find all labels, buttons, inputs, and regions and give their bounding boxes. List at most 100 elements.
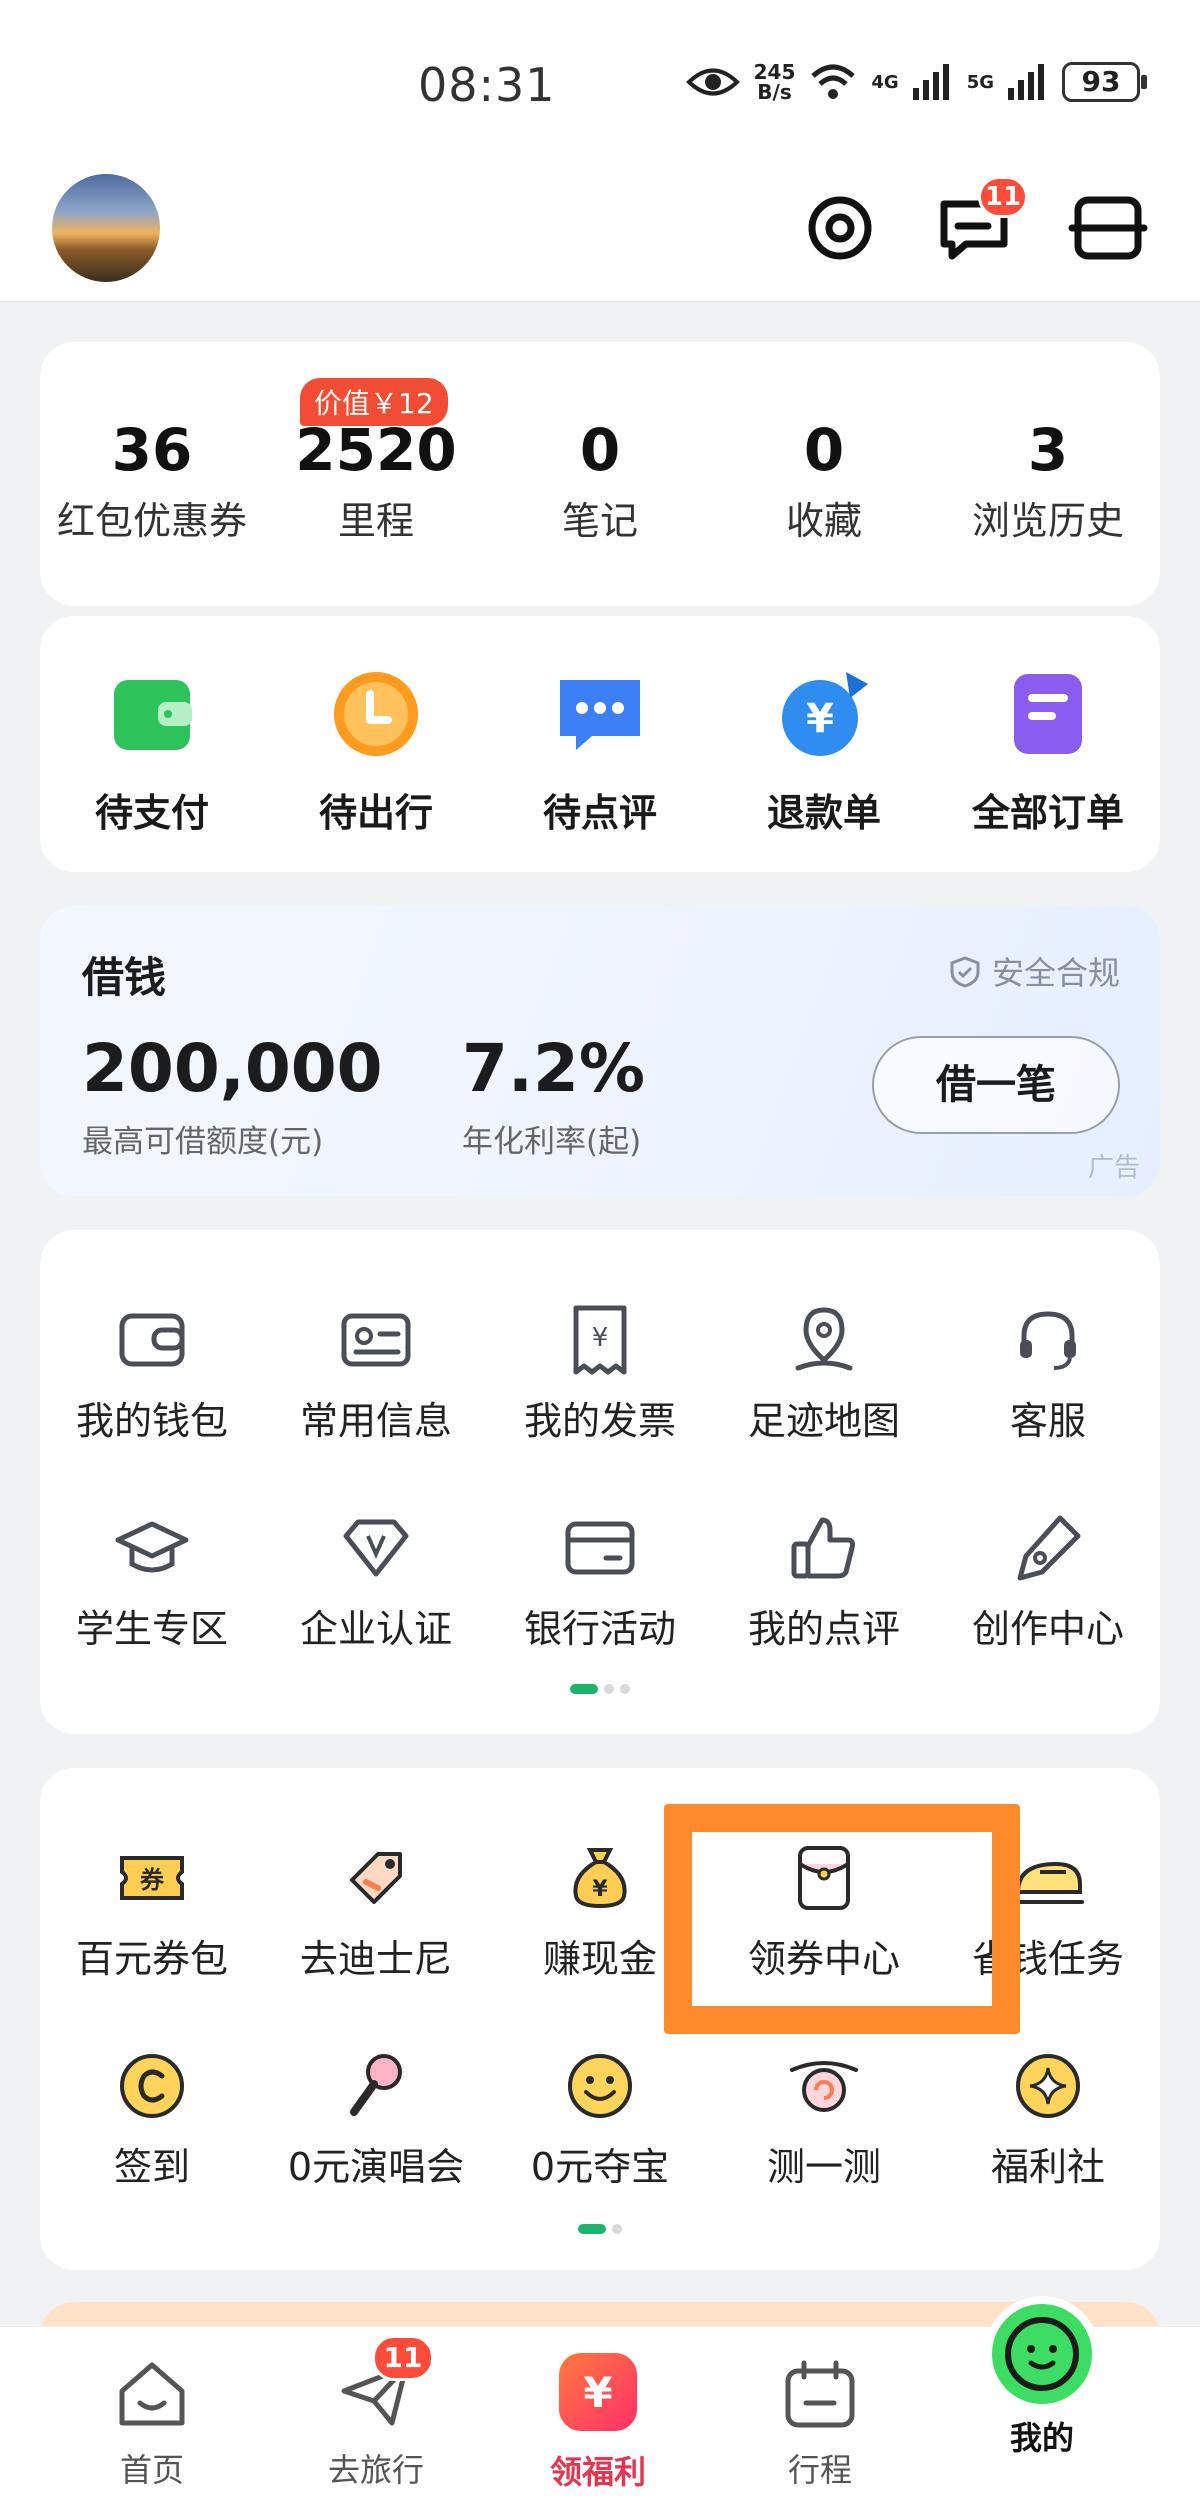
ticket-tag-icon [350,1852,402,1904]
order-refunds[interactable]: ¥ 退款单 [712,666,936,837]
svg-text:券: 券 [140,1866,165,1894]
home-icon [119,2362,185,2426]
clock-icon [334,672,418,756]
tool-creator-center[interactable]: 创作中心 [936,1510,1160,1653]
message-button[interactable]: 11 [934,176,1028,268]
page-dot [620,1684,630,1694]
avatar[interactable] [52,174,160,282]
tab-home[interactable]: 首页 [52,2357,252,2491]
welfare-quiz[interactable]: 测一测 [712,2048,936,2191]
net-type-2: 5G [966,71,994,93]
graduation-cap-icon [115,1521,189,1573]
stat-history[interactable]: 3 浏览历史 [936,342,1160,545]
loan-amount: 200,000 [82,1030,383,1107]
welfare-club[interactable]: 福利社 [936,2048,1160,2191]
diamond-badge-icon [343,1519,409,1577]
order-pending-travel[interactable]: 待出行 [264,666,488,837]
order-label: 全部订单 [971,791,1124,835]
signal-icon [1008,64,1044,100]
order-label: 退款单 [766,791,881,835]
stat-coupons[interactable]: 36 红包优惠券 [40,342,264,545]
train-icon [1012,1861,1084,1904]
bank-card-icon [565,1521,635,1575]
welfare-label: 测一测 [766,2145,881,2189]
tab-mine[interactable]: 我的 [942,2296,1142,2459]
loan-ad-card[interactable]: 借钱 安全合规 200,000 最高可借额度(元) 7.2% 年化利率(起) 借… [40,906,1160,1196]
tab-itinerary[interactable]: 行程 [720,2357,920,2491]
svg-text:¥: ¥ [592,1323,609,1353]
stat-mileage[interactable]: 2520 里程 [264,342,488,545]
welfare-disney[interactable]: 去迪士尼 [264,1840,488,1983]
welfare-coupon-pack[interactable]: 券 百元券包 [40,1840,264,1983]
welfare-label: 福利社 [990,2145,1105,2189]
headset-icon [1020,1311,1076,1370]
tab-travel[interactable]: 11 去旅行 [276,2335,476,2491]
chat-icon [560,680,640,750]
ad-label: 广告 [1087,1153,1140,1183]
clock: 08:31 [418,58,556,112]
stat-number: 2520 [295,416,457,484]
loan-rate: 7.2% [462,1030,646,1107]
welfare-free-treasure[interactable]: 0元夺宝 [488,2048,712,2191]
tool-label: 企业认证 [299,1607,452,1651]
page-indicator [578,2224,622,2234]
tab-label: 我的 [1009,2419,1074,2457]
battery-indicator: 93 [1062,62,1147,102]
order-pending-review[interactable]: 待点评 [488,666,712,837]
tool-student[interactable]: 学生专区 [40,1510,264,1653]
order-label: 待出行 [318,791,433,835]
card-scan-icon[interactable] [1068,188,1148,268]
stat-number: 3 [1027,416,1069,484]
net-type-1: 4G [871,71,899,93]
net-speed-value: 245 [753,60,796,84]
tool-label: 我的点评 [747,1607,900,1651]
svg-text:¥: ¥ [592,1877,608,1902]
pen-nib-icon [1017,1515,1081,1581]
stat-label: 笔记 [561,499,638,543]
tool-info[interactable]: 常用信息 [264,1302,488,1445]
tool-invoice[interactable]: ¥ 我的发票 [488,1302,712,1445]
tool-my-reviews[interactable]: 我的点评 [712,1510,936,1653]
tool-label: 学生专区 [75,1607,228,1651]
stat-number: 0 [579,416,621,484]
scan-target-icon[interactable] [800,188,880,268]
loan-title: 借钱 [82,953,167,1002]
tool-footprint-map[interactable]: 足迹地图 [712,1302,936,1445]
loan-safe-label: 安全合规 [991,954,1120,992]
page-dot-active [570,1684,598,1694]
svg-text:¥: ¥ [583,2368,612,2417]
thumbs-up-icon [791,1517,855,1579]
net-speed: 245 B/s [754,62,796,102]
bottom-tab-bar: 首页 11 去旅行 ¥ 领福利 行程 我的 [0,2296,1200,2519]
checkin-coin-icon [120,2054,184,2118]
shield-check-icon [950,956,980,988]
smiley-icon [568,2054,632,2118]
order-pending-payment[interactable]: 待支付 [40,666,264,837]
money-bag-icon: ¥ [573,1848,627,1909]
tool-wallet[interactable]: 我的钱包 [40,1302,264,1445]
order-all[interactable]: 全部订单 [936,666,1160,837]
tab-welfare[interactable]: ¥ 领福利 [498,2353,698,2493]
page-indicator [570,1684,630,1694]
tool-enterprise[interactable]: 企业认证 [264,1510,488,1653]
sparkle-coin-icon [1016,2054,1080,2118]
tool-customer-service[interactable]: 客服 [936,1302,1160,1445]
borrow-button[interactable]: 借一笔 [872,1036,1120,1134]
stat-label: 里程 [337,499,414,543]
loan-safe-badge: 安全合规 [948,948,1120,994]
snail-icon [790,2061,858,2112]
wallet-icon [114,680,192,750]
tools-card: 我的钱包 常用信息 ¥ 我的发票 足迹地图 客服 学生专区 企业认证 银行活动 … [40,1230,1160,1734]
stat-favorites[interactable]: 0 收藏 [712,342,936,545]
welfare-free-concert[interactable]: 0元演唱会 [264,2048,488,2191]
loan-rate-label: 年化利率(起) [462,1124,642,1160]
order-label: 待点评 [542,791,657,835]
stat-number: 0 [803,416,845,484]
stat-notes[interactable]: 0 笔记 [488,342,712,545]
tool-label: 足迹地图 [747,1399,900,1443]
welfare-label: 百元券包 [75,1937,228,1981]
welfare-checkin[interactable]: 签到 [40,2048,264,2191]
tab-label: 去旅行 [327,2451,424,2489]
map-pin-icon [795,1307,853,1371]
tool-bank-activity[interactable]: 银行活动 [488,1510,712,1653]
